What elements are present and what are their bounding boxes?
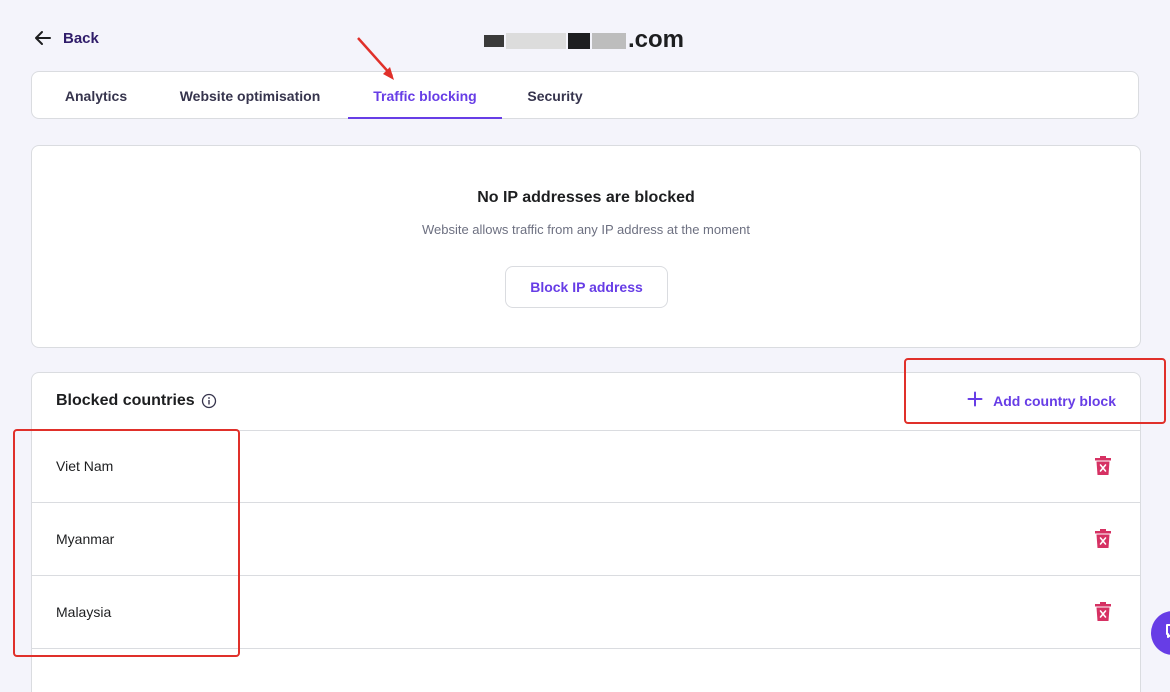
tab-security[interactable]: Security bbox=[502, 72, 608, 119]
back-label: Back bbox=[63, 29, 99, 47]
ip-empty-subtitle: Website allows traffic from any IP addre… bbox=[421, 222, 751, 237]
redacted-text bbox=[484, 34, 504, 47]
annotation-arrow bbox=[357, 37, 394, 80]
arrow-left-icon bbox=[33, 28, 53, 48]
annotation-box-countries bbox=[13, 429, 240, 657]
tab-website-optimisation[interactable]: Website optimisation bbox=[152, 72, 348, 119]
blocked-countries-title: Blocked countries bbox=[56, 392, 217, 410]
tab-analytics[interactable]: Analytics bbox=[40, 72, 152, 119]
chat-icon bbox=[1164, 622, 1170, 645]
redacted-text bbox=[592, 32, 626, 49]
info-icon[interactable] bbox=[201, 393, 217, 409]
blocked-countries-label: Blocked countries bbox=[56, 392, 195, 409]
block-ip-button[interactable]: Block IP address bbox=[505, 266, 668, 308]
redacted-text bbox=[506, 32, 566, 49]
ip-blocking-card: No IP addresses are blocked Website allo… bbox=[31, 145, 1141, 348]
trash-icon[interactable] bbox=[1094, 529, 1112, 549]
ip-empty-title: No IP addresses are blocked bbox=[477, 189, 695, 206]
page-title: .com bbox=[484, 26, 684, 54]
chat-button[interactable] bbox=[1151, 611, 1170, 655]
site-domain: .com bbox=[628, 26, 685, 53]
annotation-box-add-country bbox=[904, 358, 1166, 424]
back-button[interactable]: Back bbox=[33, 28, 99, 48]
redacted-text bbox=[568, 32, 590, 49]
tab-bar: Analytics Website optimisation Traffic b… bbox=[31, 71, 1139, 119]
trash-icon[interactable] bbox=[1094, 456, 1112, 476]
trash-icon[interactable] bbox=[1094, 602, 1112, 622]
